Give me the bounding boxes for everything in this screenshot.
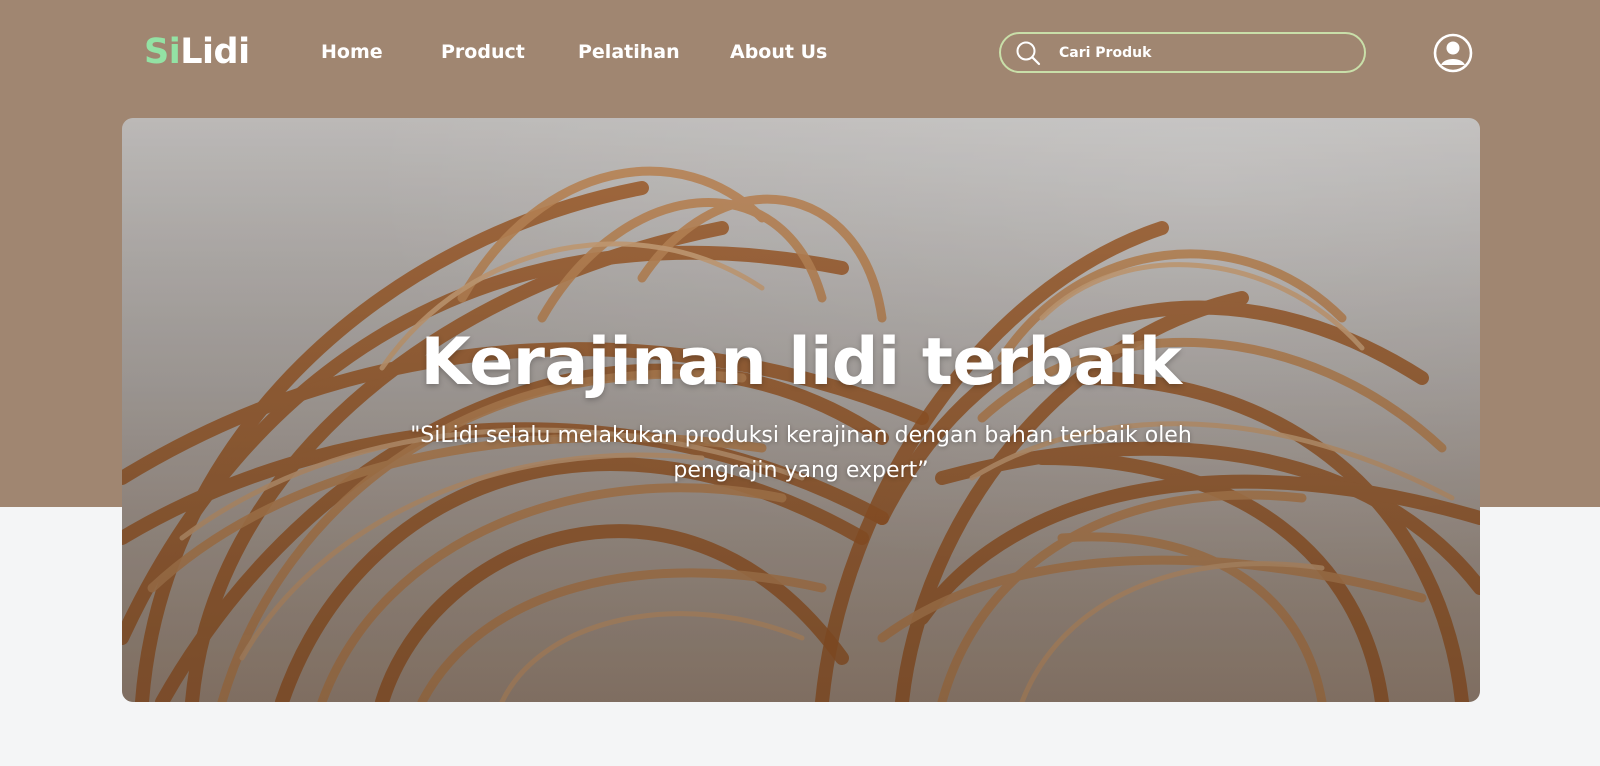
search-input[interactable] [1059, 40, 1349, 66]
brand-logo[interactable]: SiLidi [144, 28, 250, 76]
brand-logo-suffix: Lidi [180, 32, 250, 72]
hero-subtitle: "SiLidi selalu melakukan produksi keraji… [410, 423, 1192, 483]
hero-banner: Kerajinan lidi terbaik "SiLidi selalu me… [122, 118, 1480, 702]
user-circle-icon[interactable] [1433, 33, 1473, 73]
navbar: SiLidi Home Product Pelatihan About Us [0, 0, 1600, 106]
nav-link-pelatihan[interactable]: Pelatihan [578, 40, 680, 64]
brand-logo-prefix: Si [144, 32, 181, 72]
nav-link-home[interactable]: Home [321, 40, 383, 64]
nav-link-product[interactable]: Product [441, 40, 525, 64]
woven-basket-image [122, 118, 1480, 702]
search-icon[interactable] [1015, 40, 1041, 66]
hero-title: Kerajinan lidi terbaik [420, 325, 1182, 400]
nav-link-about-us[interactable]: About Us [730, 40, 827, 64]
search-bar [999, 32, 1366, 73]
